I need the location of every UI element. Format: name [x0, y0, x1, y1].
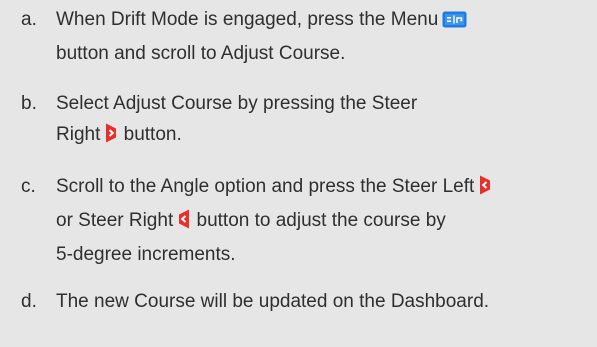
step-line: The new Course will be updated on the Da…	[56, 286, 596, 317]
menu-button-icon	[442, 7, 467, 38]
step-text-segment: 5-degree increments.	[56, 244, 236, 265]
step-text-segment: The new Course will be updated on the Da…	[56, 291, 490, 312]
step-line: button and scroll to Adjust Course.	[56, 38, 596, 69]
step-letter: a.	[21, 9, 37, 30]
step-text-segment: button and scroll to Adjust Course.	[56, 43, 346, 64]
step-line: When Drift Mode is engaged, press the Me…	[56, 4, 596, 38]
instruction-panel: a. When Drift Mode is engaged, press the…	[0, 0, 597, 347]
step-letter: c.	[21, 176, 36, 197]
step-text-segment: Select Adjust Course by pressing the Ste…	[56, 93, 418, 114]
step-text-segment: Right	[56, 124, 101, 145]
steer-right-button-icon	[177, 208, 191, 239]
step-line: Select Adjust Course by pressing the Ste…	[56, 88, 596, 119]
step-letter: d.	[21, 291, 37, 312]
step-text: Select Adjust Course by pressing the Ste…	[56, 88, 596, 153]
step-line: or Steer Right button to adjust the cour…	[56, 205, 596, 239]
steer-right-button-icon	[104, 122, 118, 153]
step-text-segment: button to adjust the course by	[196, 210, 446, 231]
step-line: Scroll to the Angle option and press the…	[56, 171, 596, 205]
step-text: Scroll to the Angle option and press the…	[56, 171, 596, 270]
step-text-segment: When Drift Mode is engaged, press the Me…	[56, 9, 439, 30]
step-text-segment: or Steer Right	[56, 210, 174, 231]
step-text-segment: Scroll to the Angle option and press the…	[56, 176, 475, 197]
steer-left-button-icon	[478, 174, 492, 205]
step-text: When Drift Mode is engaged, press the Me…	[56, 4, 596, 69]
step-line: 5-degree increments.	[56, 239, 596, 270]
step-letter: b.	[21, 93, 37, 114]
step-text: The new Course will be updated on the Da…	[56, 286, 596, 317]
step-line: Right button.	[56, 119, 596, 153]
step-text-segment: button.	[123, 124, 182, 145]
